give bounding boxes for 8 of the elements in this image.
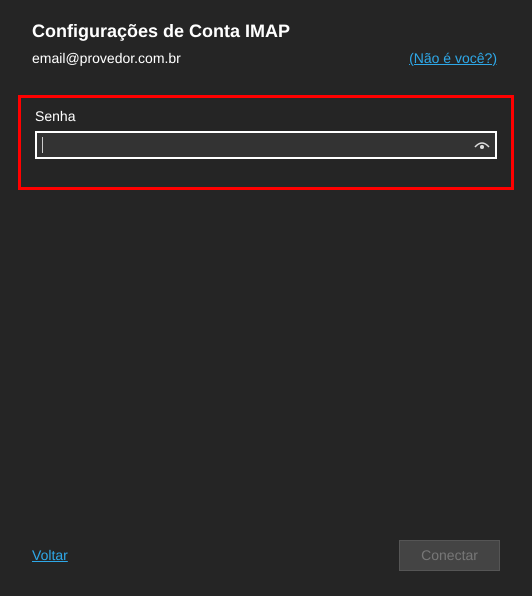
text-cursor — [42, 137, 43, 153]
password-label: Senha — [35, 107, 76, 125]
account-email: email@provedor.com.br — [32, 49, 181, 68]
back-link[interactable]: Voltar — [32, 545, 68, 566]
dialog-title: Configurações de Conta IMAP — [32, 20, 292, 43]
not-you-link[interactable]: (Não é você?) — [409, 48, 497, 69]
eye-icon[interactable] — [474, 140, 490, 150]
password-field[interactable] — [35, 131, 497, 159]
